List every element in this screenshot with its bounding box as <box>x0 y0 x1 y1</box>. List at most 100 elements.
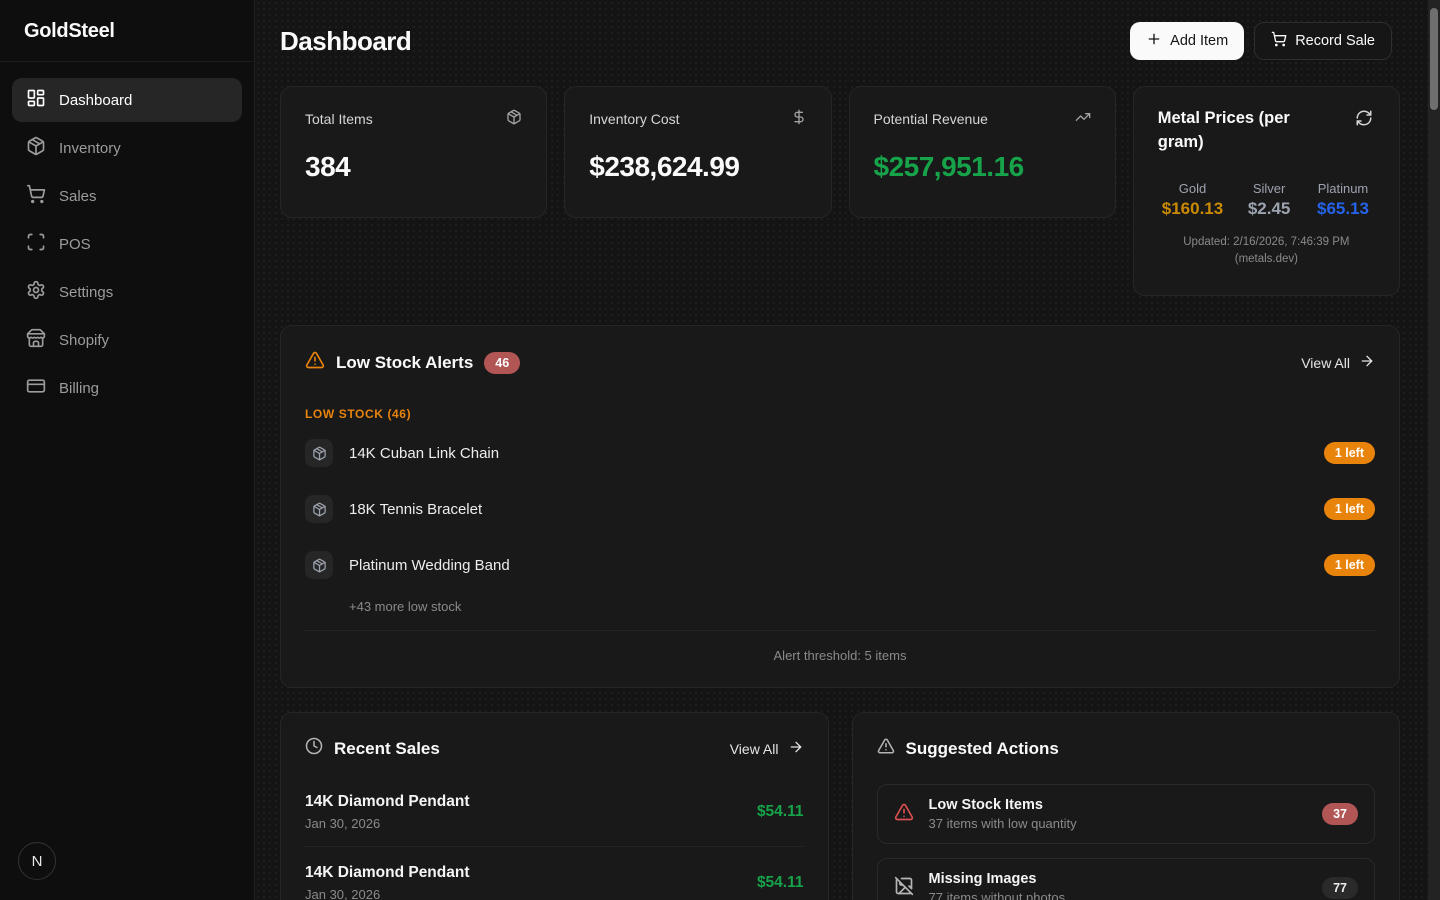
low-stock-title: Low Stock Alerts <box>336 353 473 373</box>
stat-label: Total Items <box>305 111 373 127</box>
suggested-actions-title: Suggested Actions <box>906 739 1059 759</box>
package-icon <box>305 551 333 579</box>
qty-left-badge: 1 left <box>1324 498 1375 520</box>
sidebar-item-shopify[interactable]: Shopify <box>12 318 242 362</box>
arrow-right-icon <box>788 739 804 758</box>
metal-name: Gold <box>1162 181 1223 196</box>
sale-row[interactable]: 14K Diamond Pendant Jan 30, 2026 $54.11 <box>305 776 804 847</box>
stat-card-header: Inventory Cost <box>589 109 806 128</box>
layout-dashboard-icon <box>26 88 46 112</box>
trending-up-icon <box>1075 109 1091 128</box>
arrow-right-icon <box>1359 353 1375 372</box>
add-item-label: Add Item <box>1170 33 1228 49</box>
alert-triangle-icon <box>305 350 325 375</box>
stat-label: Inventory Cost <box>589 111 679 127</box>
low-stock-row[interactable]: 18K Tennis Bracelet 1 left <box>305 481 1375 537</box>
sidebar-item-settings[interactable]: Settings <box>12 270 242 314</box>
refresh-icon <box>1355 115 1373 130</box>
alert-triangle-icon <box>894 802 914 827</box>
stat-label: Potential Revenue <box>874 111 988 127</box>
record-sale-label: Record Sale <box>1295 33 1375 49</box>
more-low-stock-link[interactable]: +43 more low stock <box>349 599 461 614</box>
add-item-button[interactable]: Add Item <box>1130 22 1244 60</box>
item-name: 18K Tennis Bracelet <box>349 501 482 518</box>
sale-info: 14K Diamond Pendant Jan 30, 2026 <box>305 864 470 900</box>
recent-sales-card: Recent Sales View All 14K Diamond Pendan… <box>280 712 829 900</box>
low-stock-view-all-link[interactable]: View All <box>1301 353 1375 372</box>
action-count-badge: 37 <box>1322 803 1358 825</box>
stat-card-header: Potential Revenue <box>874 109 1091 128</box>
record-sale-button[interactable]: Record Sale <box>1254 22 1392 60</box>
stat-card-total-items: Total Items 384 <box>280 86 547 218</box>
action-text: Missing Images 77 items without photos <box>929 871 1308 900</box>
view-all-label: View All <box>730 741 779 757</box>
stat-value: $257,951.16 <box>874 151 1091 183</box>
credit-card-icon <box>26 376 46 400</box>
recent-sales-list: 14K Diamond Pendant Jan 30, 2026 $54.11 … <box>305 776 804 900</box>
scrollbar-thumb[interactable] <box>1430 8 1438 110</box>
action-title: Missing Images <box>929 871 1308 887</box>
stats-grid: Total Items 384 Inventory Cost $238,624.… <box>280 86 1400 296</box>
sale-date: Jan 30, 2026 <box>305 887 470 900</box>
sale-date: Jan 30, 2026 <box>305 816 470 831</box>
action-subtitle: 77 items without photos <box>929 890 1308 900</box>
sale-item-name: 14K Diamond Pendant <box>305 864 470 882</box>
recent-sales-title: Recent Sales <box>334 739 440 759</box>
recent-sales-view-all-link[interactable]: View All <box>730 739 804 758</box>
action-text: Low Stock Items 37 items with low quanti… <box>929 797 1308 831</box>
sidebar-item-label: Sales <box>59 188 97 205</box>
package-icon <box>305 439 333 467</box>
low-stock-count-badge: 46 <box>484 352 520 374</box>
metal-gold: Gold $160.13 <box>1162 181 1223 219</box>
package-icon <box>305 495 333 523</box>
metal-name: Platinum <box>1315 181 1371 196</box>
image-off-icon <box>894 876 914 900</box>
sidebar-footer: N <box>0 828 254 900</box>
action-subtitle: 37 items with low quantity <box>929 816 1308 831</box>
metal-name: Silver <box>1241 181 1297 196</box>
qty-left-badge: 1 left <box>1324 442 1375 464</box>
sidebar-item-pos[interactable]: POS <box>12 222 242 266</box>
sale-price: $54.11 <box>757 803 804 821</box>
metal-prices-updated: Updated: 2/16/2026, 7:46:39 PM (metals.d… <box>1158 234 1375 267</box>
low-stock-row[interactable]: 14K Cuban Link Chain 1 left <box>305 425 1375 481</box>
low-stock-row-left: 18K Tennis Bracelet <box>305 495 482 523</box>
scan-icon <box>26 232 46 256</box>
store-icon <box>26 328 46 352</box>
shopping-cart-icon <box>26 184 46 208</box>
low-stock-header: Low Stock Alerts 46 View All <box>305 350 1375 375</box>
metal-prices-title: Metal Prices (per gram) <box>1158 107 1308 155</box>
metal-price: $65.13 <box>1315 199 1371 219</box>
sale-row[interactable]: 14K Diamond Pendant Jan 30, 2026 $54.11 <box>305 847 804 900</box>
sale-info: 14K Diamond Pendant Jan 30, 2026 <box>305 793 470 831</box>
stat-value: $238,624.99 <box>589 151 806 183</box>
scrollbar-track[interactable] <box>1428 0 1440 900</box>
clock-icon <box>305 737 323 760</box>
app-logo: GoldSteel <box>0 0 254 62</box>
sidebar-item-sales[interactable]: Sales <box>12 174 242 218</box>
sidebar-item-inventory[interactable]: Inventory <box>12 126 242 170</box>
recent-sales-title-row: Recent Sales <box>305 737 440 760</box>
low-stock-row-left: 14K Cuban Link Chain <box>305 439 499 467</box>
avatar-initial: N <box>32 853 43 870</box>
sidebar-item-billing[interactable]: Billing <box>12 366 242 410</box>
sidebar-item-label: Shopify <box>59 332 109 349</box>
metal-prices-card: Metal Prices (per gram) Gold $160.13 Sil… <box>1133 86 1400 296</box>
action-item-missing-images[interactable]: Missing Images 77 items without photos 7… <box>877 858 1376 900</box>
sidebar: GoldSteel Dashboard Inventory Sales <box>0 0 255 900</box>
sidebar-item-dashboard[interactable]: Dashboard <box>12 78 242 122</box>
app-root: GoldSteel Dashboard Inventory Sales <box>0 0 1440 900</box>
metal-price: $2.45 <box>1241 199 1297 219</box>
low-stock-list: 14K Cuban Link Chain 1 left 18K Tennis B… <box>305 425 1375 593</box>
metal-prices-header: Metal Prices (per gram) <box>1158 107 1375 155</box>
low-stock-alerts-card: Low Stock Alerts 46 View All LOW STOCK (… <box>280 325 1400 688</box>
action-item-low-stock[interactable]: Low Stock Items 37 items with low quanti… <box>877 784 1376 844</box>
refresh-button[interactable] <box>1353 107 1375 132</box>
alert-triangle-icon <box>877 737 895 760</box>
low-stock-row[interactable]: Platinum Wedding Band 1 left <box>305 537 1375 593</box>
avatar[interactable]: N <box>18 842 56 880</box>
suggested-actions-card: Suggested Actions Low Stock Items 37 ite… <box>852 712 1401 900</box>
sidebar-nav: Dashboard Inventory Sales POS <box>0 62 254 828</box>
shopping-cart-icon <box>1271 31 1287 51</box>
sale-price: $54.11 <box>757 874 804 892</box>
